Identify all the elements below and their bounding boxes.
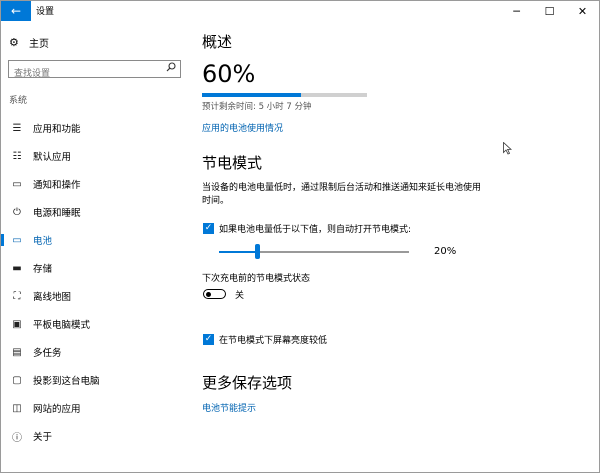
threshold-slider-thumb[interactable]	[255, 244, 260, 259]
sidebar-item-label: 电源和睡眠	[33, 208, 81, 219]
sidebar-item-label: 网站的应用	[33, 404, 81, 415]
overview-heading: 概述	[202, 33, 233, 51]
saver-status-label: 下次充电前的节电模式状态	[202, 274, 311, 284]
threshold-slider[interactable]	[219, 244, 409, 259]
gear-icon: ⚙	[9, 36, 19, 49]
nav-list: ☰ 应用和功能 ☷ 默认应用 ▭ 通知和操作 ⏻ 电源和睡眠 ▭ 电池 ▬ 存储	[1, 114, 191, 450]
sidebar-item-about[interactable]: ⓘ 关于	[1, 422, 191, 450]
battery-saving-tips-link[interactable]: 电池节能提示	[202, 401, 256, 414]
sidebar-item-offline-maps[interactable]: ⛶ 离线地图	[1, 282, 191, 310]
lower-brightness-label: 在节电模式下屏幕亮度较低	[219, 336, 328, 346]
sidebar-item-projecting[interactable]: ▢ 投影到这台电脑	[1, 366, 191, 394]
search-icon[interactable]	[166, 62, 176, 75]
section-label-system: 系统	[9, 96, 28, 106]
title-bar: ← 设置 ─ ☐ ✕	[1, 1, 599, 21]
home-label: 主页	[29, 39, 49, 50]
power-icon: ⏻	[13, 206, 21, 218]
threshold-slider-fill	[219, 251, 257, 253]
home-link[interactable]: ⚙ 主页	[9, 35, 49, 50]
sidebar-item-apps-for-websites[interactable]: ◫ 网站的应用	[1, 394, 191, 422]
storage-icon: ▬	[12, 262, 22, 274]
multitask-icon: ▤	[12, 346, 22, 358]
battery-level-fill	[202, 93, 301, 97]
info-icon: ⓘ	[12, 432, 22, 444]
threshold-value: 20%	[434, 246, 457, 257]
battery-level-bar	[202, 93, 367, 97]
sidebar-item-label: 关于	[33, 432, 53, 443]
close-button[interactable]: ✕	[566, 1, 599, 21]
sidebar-item-battery[interactable]: ▭ 电池	[1, 226, 191, 254]
sidebar-item-notifications[interactable]: ▭ 通知和操作	[1, 170, 191, 198]
toggle-state-label: 关	[235, 291, 245, 301]
sidebar-item-label: 投影到这台电脑	[33, 376, 100, 387]
sidebar-item-label: 多任务	[33, 348, 62, 359]
auto-battery-saver-option[interactable]: ✓ 如果电池电量低于以下值，则自动打开节电模式:	[203, 222, 411, 235]
sidebar-item-tablet-mode[interactable]: ▣ 平板电脑模式	[1, 310, 191, 338]
estimated-time-remaining: 预计剩余时间: 5 小时 7 分钟	[202, 102, 312, 112]
more-options-heading: 更多保存选项	[202, 374, 293, 392]
search-box[interactable]	[8, 60, 181, 82]
sidebar-item-multitasking[interactable]: ▤ 多任务	[1, 338, 191, 366]
sidebar-item-power[interactable]: ⏻ 电源和睡眠	[1, 198, 191, 226]
close-icon: ✕	[577, 4, 588, 18]
tablet-icon: ▣	[12, 318, 22, 330]
sidebar-item-storage[interactable]: ▬ 存储	[1, 254, 191, 282]
battery-saver-toggle[interactable]	[203, 289, 226, 299]
back-arrow-icon: ←	[10, 4, 22, 18]
sidebar: ⚙ 主页 系统 ☰ 应用和功能 ☷ 默认应用 ▭ 通知和操作 ⏻	[1, 21, 191, 472]
lower-brightness-checkbox[interactable]: ✓	[203, 334, 214, 345]
battery-saver-description: 当设备的电池电量低时，通过限制后台活动和推送通知来延长电池使用时间。	[202, 183, 482, 206]
sidebar-item-apps[interactable]: ☰ 应用和功能	[1, 114, 191, 142]
battery-icon: ▭	[12, 234, 22, 246]
maximize-button[interactable]: ☐	[533, 1, 566, 21]
minimize-icon: ─	[513, 4, 520, 18]
main-content: 概述 60% 预计剩余时间: 5 小时 7 分钟 应用的电池使用情况 节电模式 …	[202, 21, 592, 472]
lower-brightness-option[interactable]: ✓ 在节电模式下屏幕亮度较低	[203, 333, 327, 346]
default-apps-icon: ☷	[12, 150, 22, 162]
minimize-button[interactable]: ─	[500, 1, 533, 21]
sidebar-item-label: 离线地图	[33, 292, 72, 303]
notification-icon: ▭	[12, 178, 22, 190]
window-title: 设置	[36, 7, 55, 17]
maximize-icon: ☐	[544, 4, 555, 18]
search-input[interactable]	[9, 66, 164, 82]
sidebar-item-label: 通知和操作	[33, 180, 81, 191]
battery-percentage: 60%	[202, 60, 256, 88]
web-apps-icon: ◫	[12, 402, 22, 414]
sidebar-item-default-apps[interactable]: ☷ 默认应用	[1, 142, 191, 170]
toggle-knob	[206, 291, 211, 297]
settings-window: ← 设置 ─ ☐ ✕ ⚙ 主页 系统 ☰ 应用和功能 ☷	[0, 0, 600, 473]
battery-usage-by-app-link[interactable]: 应用的电池使用情况	[202, 121, 283, 134]
sidebar-item-label: 默认应用	[33, 152, 72, 163]
sidebar-item-label: 存储	[33, 264, 53, 275]
sidebar-item-label: 应用和功能	[33, 124, 81, 135]
auto-battery-saver-label: 如果电池电量低于以下值，则自动打开节电模式:	[219, 225, 412, 235]
window-controls: ─ ☐ ✕	[500, 1, 599, 21]
apps-list-icon: ☰	[12, 122, 22, 134]
battery-saver-heading: 节电模式	[202, 154, 263, 172]
map-icon: ⛶	[13, 290, 21, 302]
back-button[interactable]: ←	[1, 1, 31, 21]
project-icon: ▢	[12, 374, 22, 386]
sidebar-item-label: 电池	[33, 236, 53, 247]
sidebar-item-label: 平板电脑模式	[33, 320, 91, 331]
auto-battery-saver-checkbox[interactable]: ✓	[203, 223, 214, 234]
